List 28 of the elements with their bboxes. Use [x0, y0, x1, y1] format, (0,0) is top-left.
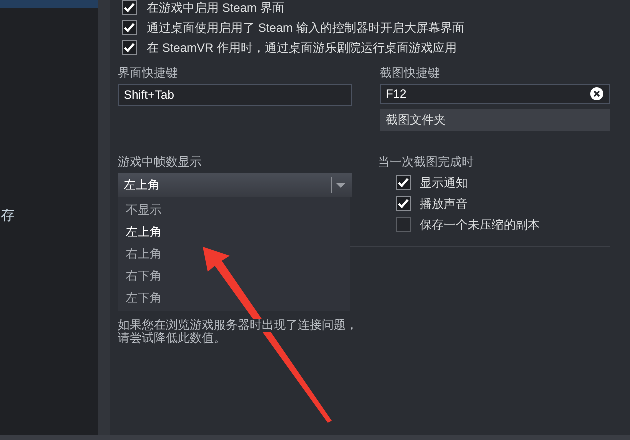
field-label: 界面快捷键: [118, 65, 179, 80]
checkbox-label: 显示通知: [420, 174, 468, 192]
checkbox[interactable]: [396, 175, 411, 190]
checkbox-label: 在游戏中启用 Steam 界面: [147, 0, 284, 16]
caret-icon: [336, 182, 346, 188]
dropdown-option[interactable]: 右下角: [118, 265, 350, 287]
fps-dropdown[interactable]: 左上角: [118, 173, 352, 197]
checkbox[interactable]: [122, 20, 137, 35]
field-label: 截图快捷键: [380, 65, 441, 80]
checkbox[interactable]: [396, 196, 411, 211]
dropdown-option[interactable]: 左下角: [118, 287, 350, 309]
shortcut-field[interactable]: Shift+Tab: [118, 84, 352, 106]
section-label: 当一次截图完成时: [378, 154, 475, 169]
checkbox-label: 通过桌面使用启用了 Steam 输入的控制器时开启大屏幕界面: [147, 20, 464, 36]
sidebar-item[interactable]: 存: [0, 204, 98, 226]
field-label: 游戏中帧数显示: [118, 154, 203, 169]
dropdown-option[interactable]: 左上角: [118, 221, 350, 243]
screenshot-folder-button[interactable]: 截图文件夹: [380, 109, 610, 131]
checkbox[interactable]: [396, 217, 411, 232]
checkbox[interactable]: [122, 0, 137, 15]
checkbox-label: 保存一个未压缩的副本: [420, 216, 540, 234]
checkbox-label: 在 SteamVR 作用时，通过桌面游乐剧院运行桌面游戏应用: [147, 40, 458, 56]
dropdown-option[interactable]: 右上角: [118, 243, 350, 265]
dropdown-option[interactable]: 不显示: [118, 199, 350, 221]
checkbox-label: 播放声音: [420, 196, 468, 212]
checkbox[interactable]: [122, 40, 137, 55]
clear-icon[interactable]: [590, 87, 604, 101]
shortcut-field[interactable]: F12: [380, 84, 610, 104]
